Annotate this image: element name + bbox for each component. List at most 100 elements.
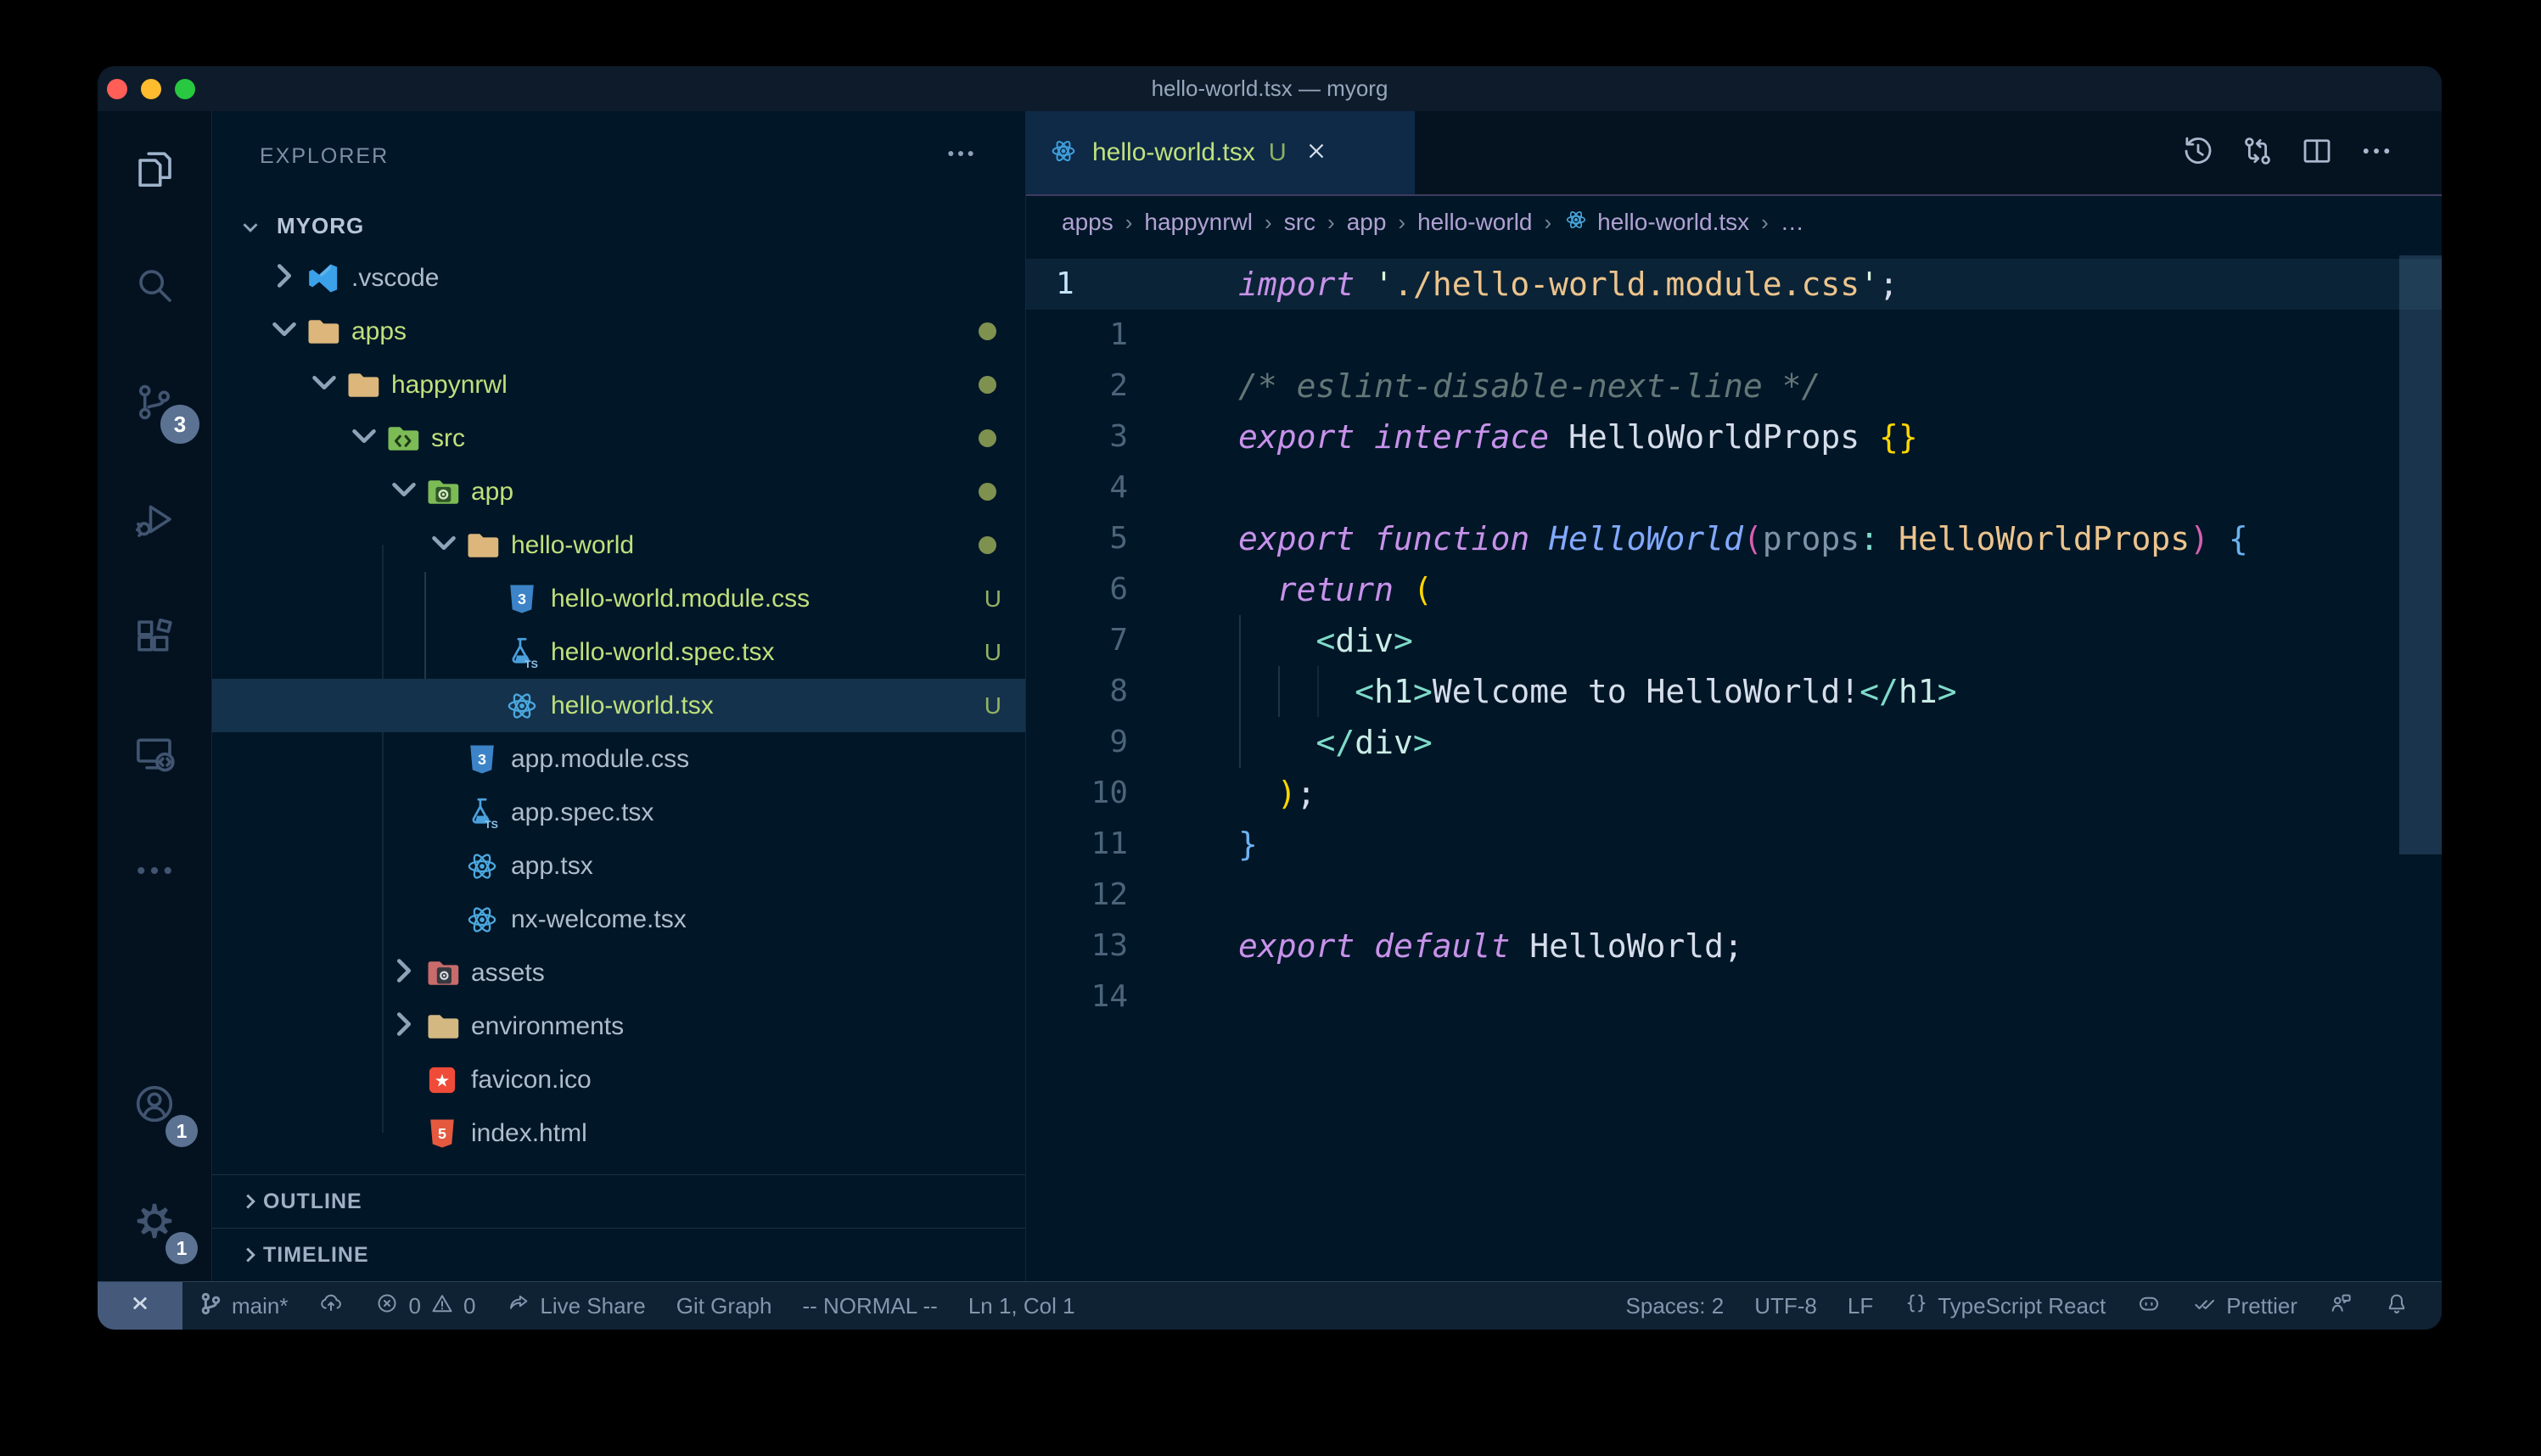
breadcrumb-item-hello-world[interactable]: hello-world [1417,209,1532,236]
status-remote-indicator[interactable] [98,1282,182,1330]
status-vim-mode[interactable]: -- NORMAL -- [787,1282,952,1330]
activity-item-remote-explorer[interactable] [98,697,211,814]
status-cursor-position[interactable]: Ln 1, Col 1 [953,1282,1091,1330]
tree-item-apps[interactable]: apps [212,305,1025,358]
status-feedback[interactable] [2313,1282,2369,1330]
code-line-13[interactable]: 12 [1026,870,2442,921]
more-actions-icon[interactable] [2359,133,2394,173]
status-prettier[interactable]: Prettier [2177,1282,2313,1330]
branch-icon [198,1291,223,1322]
workspace-section-header[interactable]: MYORG [212,201,1025,251]
tab-hello-world-tsx[interactable]: hello-world.tsx U [1026,111,1415,194]
folder-icon [463,527,501,564]
chevron-down-icon [265,310,304,353]
close-window-button[interactable] [107,79,127,99]
breadcrumb-item-…[interactable]: … [1781,209,1804,236]
status-problems[interactable]: 00 [359,1282,491,1330]
title-bar: hello-world.tsx — myorg [98,66,2442,111]
zoom-window-button[interactable] [175,79,195,99]
tree-item-label: hello-world.module.css [551,585,810,613]
status-encoding[interactable]: UTF-8 [1739,1282,1832,1330]
git-untracked-badge: U [984,639,1001,666]
activity-badge: 1 [165,1232,198,1264]
tree-item-hello-world.spec.tsx[interactable]: TShello-world.spec.tsxU [212,625,1025,679]
code-line-2[interactable]: 1 [1026,310,2442,361]
code-line-1[interactable]: 1import './hello-world.module.css'; [1026,259,2442,310]
editor-scrollbar[interactable] [2399,255,2442,854]
tree-item-hello-world.tsx[interactable]: hello-world.tsxU [212,679,1025,732]
status-sync[interactable] [303,1282,359,1330]
tree-item-app.tsx[interactable]: app.tsx [212,839,1025,893]
tree-item-.vscode[interactable]: .vscode [212,251,1025,305]
code-line-14[interactable]: 13export default HelloWorld; [1026,921,2442,972]
tab-label: hello-world.tsx [1092,138,1255,167]
tree-item-favicon.ico[interactable]: ★favicon.ico [212,1053,1025,1106]
breadcrumb-item-apps[interactable]: apps [1062,209,1113,236]
tree-item-app.module.css[interactable]: 3app.module.css [212,732,1025,786]
activity-item-search[interactable] [98,228,211,345]
activity-item-more[interactable] [98,814,211,931]
search-icon [132,262,177,312]
status-git-graph[interactable]: Git Graph [661,1282,788,1330]
status-indentation[interactable]: Spaces: 2 [1611,1282,1740,1330]
breadcrumb-item-app[interactable]: app [1347,209,1387,236]
code-line-5[interactable]: 4 [1026,462,2442,513]
react-icon [463,901,501,938]
sidebar-header: EXPLORER [212,111,1025,201]
status-git-branch[interactable]: main* [182,1282,303,1330]
tree-item-hello-world.module.css[interactable]: 3hello-world.module.cssU [212,572,1025,625]
tree-item-assets[interactable]: assets [212,946,1025,1000]
react-icon [503,687,541,725]
code-line-11[interactable]: 10 ); [1026,768,2442,819]
breadcrumb-item-happynrwl[interactable]: happynrwl [1144,209,1253,236]
timeline-section-header[interactable]: TIMELINE [212,1228,1025,1281]
activity-item-settings[interactable]: 1 [98,1164,211,1281]
close-tab-icon[interactable] [1304,138,1329,168]
activity-item-extensions[interactable] [98,580,211,697]
tree-item-hello-world[interactable]: hello-world [212,518,1025,572]
tree-item-label: environments [471,1012,624,1041]
status-text: Git Graph [676,1293,772,1319]
tree-item-happynrwl[interactable]: happynrwl [212,358,1025,412]
status-text: LF [1848,1293,1873,1319]
status-notifications[interactable] [2369,1282,2425,1330]
breadcrumb-item-src[interactable]: src [1284,209,1315,236]
tree-item-app[interactable]: app [212,465,1025,518]
views-more-actions-icon[interactable] [944,137,978,176]
activity-item-explorer[interactable] [98,111,211,228]
code-line-7[interactable]: 6 return ( [1026,564,2442,615]
tree-item-index.html[interactable]: 5index.html [212,1106,1025,1160]
code-line-12[interactable]: 11} [1026,819,2442,870]
breadcrumb-label: … [1781,209,1804,236]
minimize-window-button[interactable] [141,79,161,99]
status-copilot[interactable] [2121,1282,2177,1330]
tree-item-src[interactable]: src [212,412,1025,465]
status-live-share[interactable]: Live Share [491,1282,660,1330]
svg-text:3: 3 [478,751,486,768]
more-icon [132,848,177,898]
svg-text:5: 5 [438,1125,446,1142]
timeline-label: TIMELINE [263,1243,369,1268]
outline-section-header[interactable]: OUTLINE [212,1174,1025,1228]
activity-badge: 3 [160,405,199,444]
activity-item-run-debug[interactable] [98,462,211,580]
tree-item-nx-welcome.tsx[interactable]: nx-welcome.tsx [212,893,1025,946]
tree-item-app.spec.tsx[interactable]: TSapp.spec.tsx [212,786,1025,839]
activity-item-source-control[interactable]: 3 [98,345,211,462]
code-text: <div> [1128,615,1413,666]
activity-item-accounts[interactable]: 1 [98,1047,211,1164]
tree-item-label: hello-world.spec.tsx [551,638,774,667]
tree-item-environments[interactable]: environments [212,1000,1025,1053]
breadcrumb-item-hello-world.tsx[interactable]: hello-world.tsx [1563,207,1749,238]
folder-src-icon [384,420,421,457]
code-line-6[interactable]: 5export function HelloWorld(props: Hello… [1026,513,2442,564]
code-editor[interactable]: 1import './hello-world.module.css';12/* … [1026,249,2442,1281]
split-editor-icon[interactable] [2299,133,2335,173]
code-line-15[interactable]: 14 [1026,972,2442,1022]
code-line-3[interactable]: 2/* eslint-disable-next-line */ [1026,361,2442,412]
history-icon[interactable] [2180,133,2216,173]
open-changes-icon[interactable] [2240,133,2275,173]
status-eol[interactable]: LF [1832,1282,1888,1330]
status-language-mode[interactable]: TypeScript React [1888,1282,2121,1330]
code-line-4[interactable]: 3export interface HelloWorldProps {} [1026,412,2442,462]
